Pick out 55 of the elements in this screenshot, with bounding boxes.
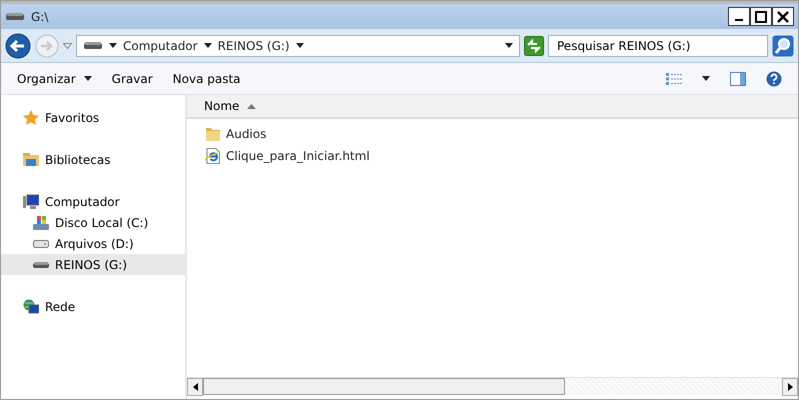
minimize-icon bbox=[735, 19, 743, 21]
column-header[interactable]: Nome bbox=[204, 97, 256, 115]
file-row[interactable]: Audios bbox=[187, 123, 798, 145]
network-globe-icon bbox=[23, 299, 39, 314]
caret-icon bbox=[84, 76, 92, 81]
library-folder-icon bbox=[23, 152, 39, 167]
address-bar[interactable]: Computador REINOS (G:) bbox=[76, 34, 520, 56]
star-icon bbox=[23, 110, 39, 125]
sidebar-item[interactable]: REINOS (G:) bbox=[1, 254, 185, 275]
maximize-icon bbox=[755, 10, 767, 22]
sidebar-item[interactable]: Arquivos (D:) bbox=[1, 233, 185, 254]
drive-icon bbox=[33, 240, 49, 248]
search-field[interactable]: Pesquisar REINOS (G:) bbox=[548, 34, 768, 56]
folder-icon bbox=[205, 126, 221, 142]
back-button[interactable] bbox=[5, 32, 31, 58]
close-icon bbox=[777, 10, 789, 22]
breadcrumb[interactable]: REINOS (G:) bbox=[218, 36, 290, 54]
scrollbar-thumb[interactable] bbox=[203, 378, 565, 395]
drive-icon bbox=[83, 42, 103, 49]
computer-icon bbox=[23, 194, 39, 209]
drive-icon bbox=[5, 13, 25, 20]
caret-icon[interactable] bbox=[296, 43, 304, 48]
sidebar-item[interactable]: Favoritos bbox=[1, 107, 185, 128]
drive-icon bbox=[33, 215, 49, 230]
caret-icon[interactable] bbox=[505, 43, 513, 48]
search-button[interactable] bbox=[772, 34, 794, 56]
drive-icon bbox=[33, 262, 49, 268]
sidebar-item[interactable]: Bibliotecas bbox=[1, 149, 185, 170]
toolbar-button[interactable]: Nova pasta bbox=[172, 70, 241, 88]
toolbar-menu[interactable]: Organizar bbox=[17, 70, 92, 88]
right-arrow-icon bbox=[788, 383, 792, 391]
sidebar-item[interactable]: Computador bbox=[1, 191, 185, 212]
maximize-button[interactable] bbox=[750, 7, 772, 26]
minimize-button[interactable] bbox=[728, 7, 750, 26]
scroll-left-button[interactable] bbox=[187, 378, 203, 396]
file-row[interactable]: Clique_para_Iniciar.html bbox=[187, 145, 798, 167]
html-file-icon bbox=[205, 148, 221, 164]
search-icon bbox=[772, 34, 794, 56]
history-caret-icon[interactable] bbox=[63, 42, 72, 48]
caret-icon[interactable] bbox=[702, 76, 710, 81]
window-title: G:\ bbox=[31, 8, 48, 26]
breadcrumb[interactable]: Computador bbox=[123, 36, 198, 54]
view-list-icon[interactable] bbox=[666, 72, 682, 84]
caret-icon[interactable] bbox=[204, 43, 212, 48]
refresh-icon bbox=[524, 36, 544, 56]
caret-icon[interactable] bbox=[109, 43, 117, 48]
close-button[interactable] bbox=[772, 7, 794, 26]
scroll-right-button[interactable] bbox=[782, 378, 798, 396]
sidebar-item[interactable]: Rede bbox=[1, 296, 185, 317]
help-icon[interactable] bbox=[766, 70, 782, 86]
preview-pane-icon[interactable] bbox=[730, 72, 746, 86]
sidebar-item[interactable]: Disco Local (C:) bbox=[1, 212, 185, 233]
left-arrow-icon bbox=[192, 383, 198, 391]
refresh-button[interactable] bbox=[524, 36, 544, 56]
toolbar-button[interactable]: Gravar bbox=[112, 70, 153, 88]
